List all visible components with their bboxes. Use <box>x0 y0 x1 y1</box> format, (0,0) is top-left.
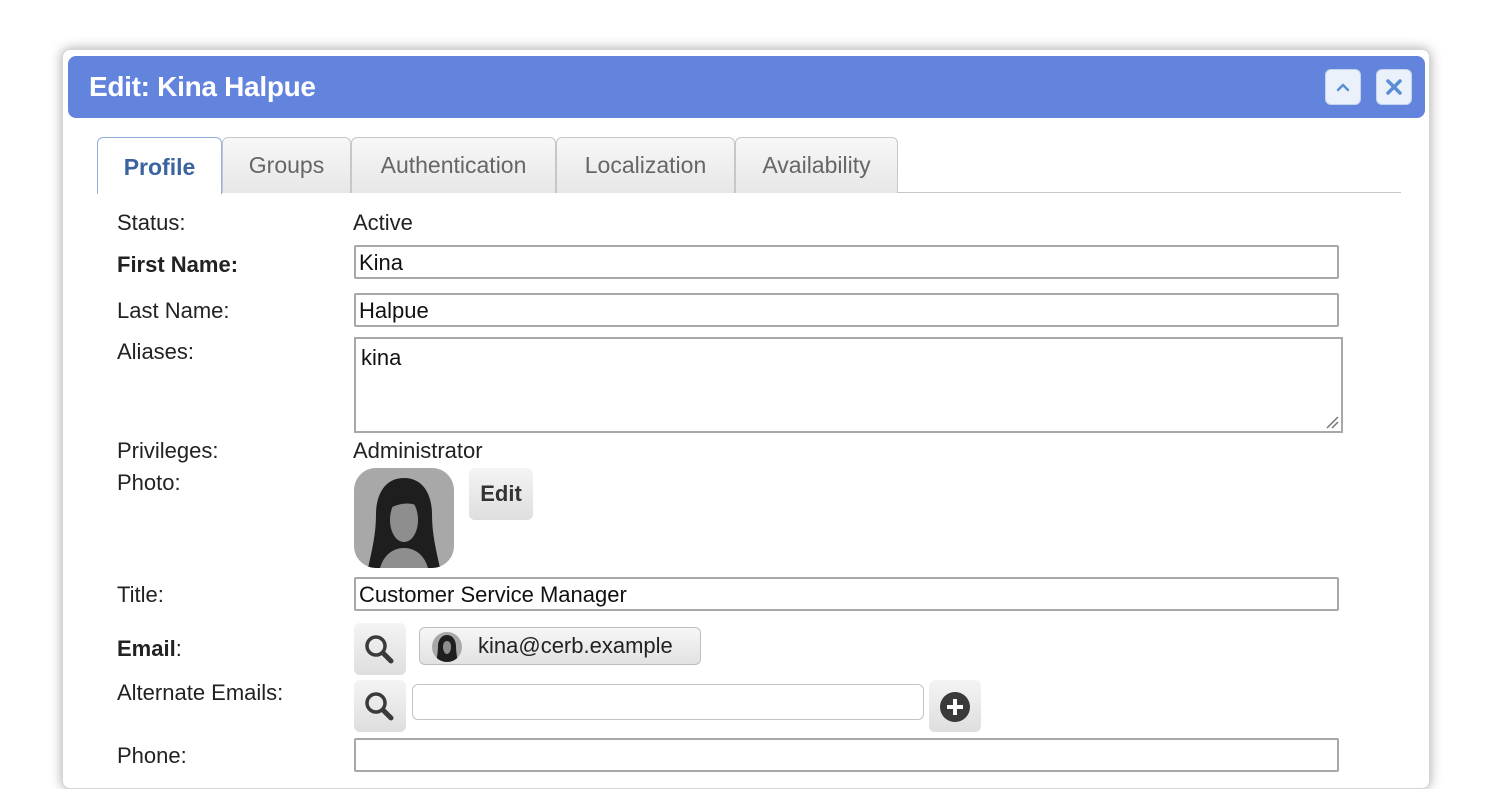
privileges-value: Administrator <box>353 438 483 463</box>
status-label: Status: <box>117 210 186 235</box>
edit-worker-dialog: Edit: Kina Halpue Profile Groups Authent… <box>62 49 1430 789</box>
photo-label: Photo: <box>117 470 181 495</box>
first-name-input[interactable]: Kina <box>354 245 1339 279</box>
collapse-button[interactable] <box>1325 69 1361 105</box>
tab-localization[interactable]: Localization <box>556 137 735 193</box>
alternate-email-input[interactable] <box>412 684 924 720</box>
close-icon <box>1386 79 1402 95</box>
email-label: Email: <box>117 636 182 662</box>
aliases-textarea[interactable]: kina <box>354 337 1343 433</box>
tab-groups[interactable]: Groups <box>222 137 351 193</box>
dialog-titlebar: Edit: Kina Halpue <box>68 56 1425 118</box>
tab-authentication[interactable]: Authentication <box>351 137 556 193</box>
photo-edit-button[interactable]: Edit <box>469 468 533 520</box>
email-chip[interactable]: kina@cerb.example <box>419 627 701 665</box>
search-icon <box>365 635 394 664</box>
resize-handle-icon[interactable] <box>1325 415 1339 429</box>
plus-circle-icon <box>940 692 970 722</box>
add-alternate-email-button[interactable] <box>929 680 981 732</box>
email-search-button[interactable] <box>354 623 406 675</box>
close-button[interactable] <box>1376 69 1412 105</box>
chevron-up-icon <box>1336 83 1350 92</box>
title-input[interactable]: Customer Service Manager <box>354 577 1339 611</box>
aliases-text: kina <box>361 345 402 370</box>
alternate-email-search-button[interactable] <box>354 680 406 732</box>
title-label: Title: <box>117 582 164 607</box>
email-label-text: Email <box>117 636 176 661</box>
search-icon <box>365 692 394 721</box>
phone-label: Phone: <box>117 743 187 768</box>
person-silhouette-icon <box>368 478 440 568</box>
tab-availability[interactable]: Availability <box>735 137 898 193</box>
email-label-colon: : <box>175 636 182 661</box>
avatar <box>354 468 454 568</box>
first-name-label: First Name: <box>117 252 239 277</box>
email-avatar <box>432 632 462 662</box>
aliases-label: Aliases: <box>117 339 195 364</box>
status-value: Active <box>353 210 413 235</box>
privileges-label: Privileges: <box>117 438 219 463</box>
last-name-input[interactable]: Halpue <box>354 293 1339 327</box>
last-name-label: Last Name: <box>117 298 230 323</box>
dialog-title: Edit: Kina Halpue <box>89 71 316 102</box>
email-value: kina@cerb.example <box>478 633 673 658</box>
phone-input[interactable] <box>354 738 1339 772</box>
person-silhouette-icon <box>436 635 458 662</box>
alternate-emails-label: Alternate Emails: <box>117 680 284 705</box>
tab-profile[interactable]: Profile <box>97 137 222 194</box>
tab-bar: Profile Groups Authentication Localizati… <box>97 137 1401 194</box>
